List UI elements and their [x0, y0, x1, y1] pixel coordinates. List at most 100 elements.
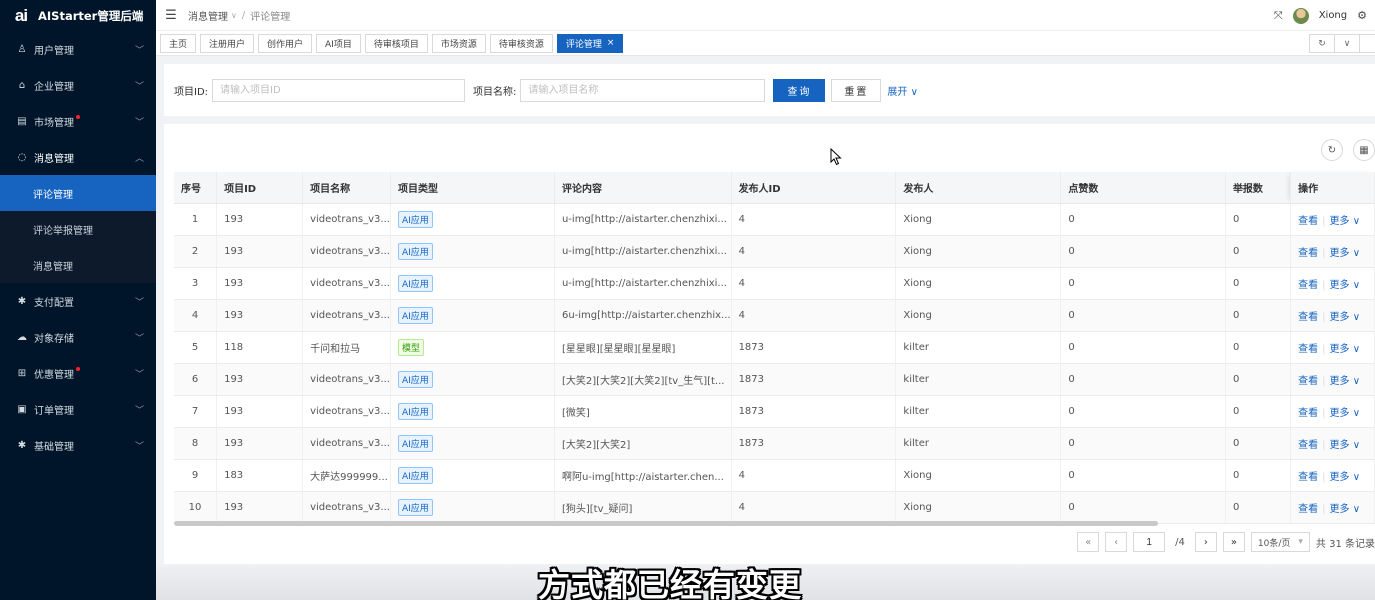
chevron-down-icon[interactable]: ∨	[1334, 34, 1360, 53]
sidebar-item-label: 用户管理	[34, 45, 74, 57]
sidebar-item[interactable]: ⊞ 优惠管理 ﹀	[0, 355, 156, 391]
search-panel: 项目ID: 项目名称: 查询 重置 展开 ∨	[164, 64, 1375, 116]
reset-button[interactable]: 重置	[831, 78, 882, 102]
last-page-icon[interactable]: »	[1222, 532, 1245, 552]
query-button[interactable]: 查询	[773, 78, 826, 102]
divider: |	[1322, 247, 1326, 259]
cell-name: videotrans_v3...	[302, 427, 391, 460]
more-link[interactable]: 更多	[1330, 216, 1350, 227]
sidebar-item[interactable]: ✱ 基础管理 ﹀	[0, 427, 156, 463]
cell-publisher: Xiong	[895, 267, 1062, 300]
app-title: AIStarter管理后端	[38, 8, 144, 23]
sidebar-item[interactable]: ✱ 支付配置 ﹀	[0, 283, 156, 319]
refresh-icon[interactable]: ↻	[1321, 139, 1343, 161]
cell-idx: 6	[174, 363, 218, 396]
tab[interactable]: 待审核项目	[364, 33, 428, 53]
view-link[interactable]: 查看	[1298, 216, 1318, 227]
cell-publisher-id: 1873	[731, 427, 897, 460]
view-link[interactable]: 查看	[1298, 248, 1318, 259]
view-link[interactable]: 查看	[1298, 312, 1318, 323]
divider: |	[1322, 407, 1326, 419]
prev-page-icon[interactable]: ‹	[1105, 532, 1128, 552]
tab-label: 评论管理	[565, 39, 602, 50]
view-link[interactable]: 查看	[1298, 472, 1318, 483]
columns-icon[interactable]: ▦	[1353, 139, 1375, 161]
more-link[interactable]: 更多	[1330, 408, 1350, 419]
first-page-icon[interactable]: «	[1077, 532, 1100, 552]
submenu-item[interactable]: 评论举报管理	[0, 211, 156, 247]
settings-icon[interactable]: ⚙	[1357, 9, 1367, 22]
username[interactable]: Xiong	[1319, 10, 1347, 21]
next-page-icon[interactable]: ›	[1194, 532, 1217, 552]
chevron-down-icon: ﹀	[134, 405, 144, 416]
cell-publisher-id: 4	[731, 203, 897, 236]
tab[interactable]: 评论管理 ×	[556, 33, 624, 53]
type-tag: AI应用	[397, 402, 433, 420]
sidebar-item[interactable]: ▤ 市场管理 ﹀	[0, 103, 156, 139]
sidebar-item-label: 基础管理	[34, 441, 74, 453]
view-link[interactable]: 查看	[1298, 408, 1318, 419]
cell-idx: 10	[174, 491, 218, 524]
tab[interactable]: 主页	[160, 33, 197, 53]
view-link[interactable]: 查看	[1298, 504, 1318, 515]
column-header: 评论内容	[554, 172, 732, 204]
sidebar-item[interactable]: ⌂ 企业管理 ﹀	[0, 67, 156, 103]
project-name-input[interactable]	[520, 78, 766, 102]
cell-actions: 查看 | 更多 ∨	[1290, 427, 1375, 460]
submenu-item[interactable]: 消息管理	[0, 247, 156, 283]
column-header: 发布人ID	[731, 172, 897, 204]
avatar[interactable]	[1292, 7, 1309, 24]
expand-link[interactable]: 展开 ∨	[887, 83, 918, 98]
page-size-select[interactable]: 10条/页 ▾	[1250, 532, 1310, 552]
view-link[interactable]: 查看	[1298, 280, 1318, 291]
cell-actions: 查看 | 更多 ∨	[1290, 299, 1375, 332]
cell-content: [狗头][tv_疑问]	[554, 491, 732, 524]
tab[interactable]: 待审核资源	[489, 33, 553, 53]
app-logo[interactable]: ai AIStarter管理后端	[0, 0, 156, 31]
cell-reports: 0	[1225, 491, 1292, 524]
tab-more-button[interactable]	[1359, 34, 1375, 53]
more-link[interactable]: 更多	[1330, 472, 1350, 483]
sidebar-item[interactable]: ☁ 对象存储 ﹀	[0, 319, 156, 355]
divider: |	[1322, 471, 1326, 483]
table-row: 4 193 videotrans_v3... AI应用 6u-img[http://ai…	[174, 299, 1375, 332]
sidebar-item[interactable]: ◌ 消息管理 ︿	[0, 139, 156, 175]
menu-fold-icon[interactable]: ☰	[164, 8, 178, 23]
more-link[interactable]: 更多	[1330, 440, 1350, 451]
tab[interactable]: AI项目	[316, 33, 361, 53]
chevron-down-icon: ﹀	[134, 81, 144, 92]
tab[interactable]: 创作用户	[258, 33, 313, 53]
cell-project-id: 193	[216, 491, 304, 524]
more-link[interactable]: 更多	[1330, 312, 1350, 323]
close-icon[interactable]: ×	[607, 38, 615, 48]
fullscreen-icon[interactable]: ⤧	[1274, 9, 1283, 23]
view-link[interactable]: 查看	[1298, 376, 1318, 387]
more-link[interactable]: 更多	[1330, 344, 1350, 355]
cell-content: u-img[http://aistarter.chenzhixi...	[554, 203, 732, 236]
submenu-item[interactable]: 评论管理	[0, 175, 156, 211]
view-link[interactable]: 查看	[1298, 440, 1318, 451]
more-link[interactable]: 更多	[1330, 376, 1350, 387]
refresh-tab-icon[interactable]: ↻	[1309, 34, 1335, 53]
sidebar-item-label: 支付配置	[34, 297, 74, 309]
page-number-input[interactable]	[1133, 532, 1166, 552]
type-tag: AI应用	[397, 370, 433, 388]
cell-publisher: Xiong	[895, 235, 1062, 268]
sidebar-item[interactable]: ♙ 用户管理 ﹀	[0, 31, 156, 67]
horizontal-scrollbar[interactable]	[174, 521, 1158, 526]
cell-actions: 查看 | 更多 ∨	[1290, 331, 1375, 364]
tab[interactable]: 市场资源	[431, 33, 486, 53]
cell-project-id: 193	[216, 299, 304, 332]
sidebar-item[interactable]: ▣ 订单管理 ﹀	[0, 391, 156, 427]
breadcrumb-parent[interactable]: 消息管理	[188, 8, 228, 23]
more-link[interactable]: 更多	[1330, 248, 1350, 259]
tab-label: 注册用户	[209, 39, 246, 50]
tab[interactable]: 注册用户	[200, 33, 255, 53]
cell-publisher-id: 4	[731, 267, 897, 300]
more-link[interactable]: 更多	[1330, 280, 1350, 291]
cell-project-id: 193	[216, 203, 304, 236]
view-link[interactable]: 查看	[1298, 344, 1318, 355]
project-id-label: 项目ID:	[174, 86, 209, 98]
more-link[interactable]: 更多	[1330, 504, 1350, 515]
project-id-input[interactable]	[212, 78, 466, 102]
